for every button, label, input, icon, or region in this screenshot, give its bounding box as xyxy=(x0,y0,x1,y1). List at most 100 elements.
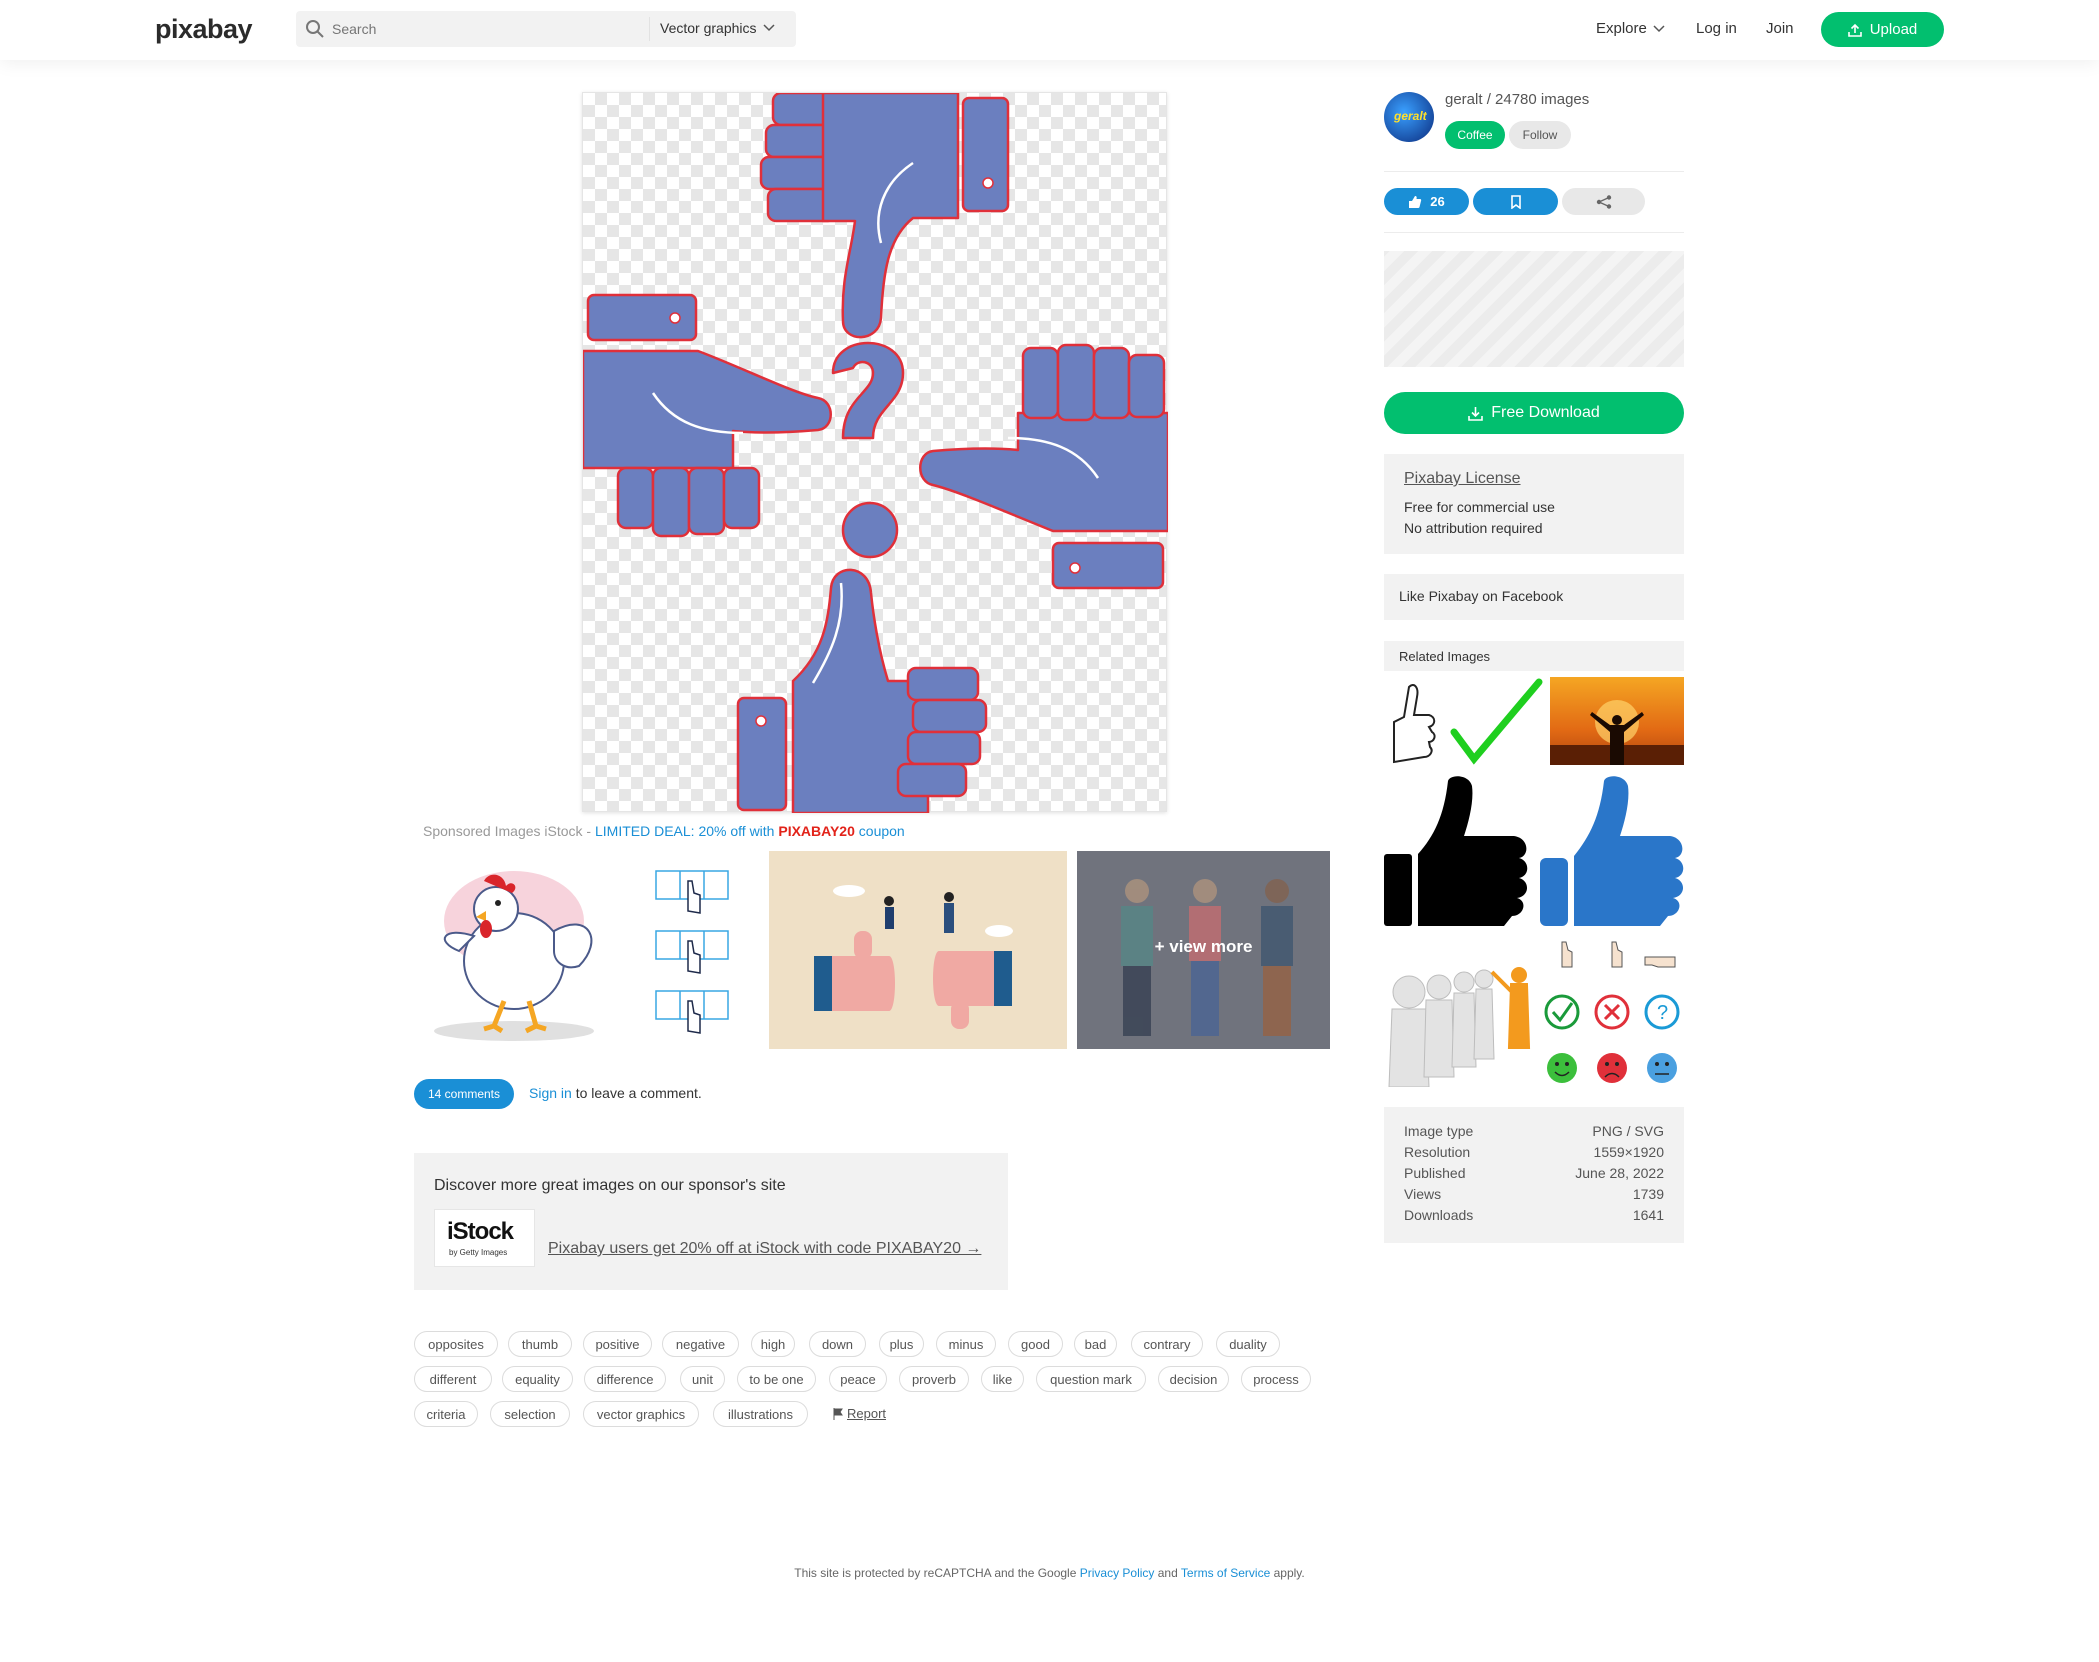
sponsored-image-chicken[interactable] xyxy=(414,851,620,1049)
tag[interactable]: minus xyxy=(936,1331,996,1357)
sponsored-deal-link[interactable]: LIMITED DEAL: 20% off with PIXABAY20 cou… xyxy=(595,823,905,839)
related-images-title: Related Images xyxy=(1399,649,1491,664)
author-avatar[interactable]: geralt xyxy=(1384,92,1434,142)
related-image-blue-thumbs-up[interactable] xyxy=(1540,776,1684,928)
search-scope-label: Vector graphics xyxy=(660,20,757,36)
explore-label: Explore xyxy=(1596,20,1647,37)
tag[interactable]: opposites xyxy=(414,1331,498,1357)
share-button[interactable] xyxy=(1562,188,1645,215)
explore-menu[interactable]: Explore xyxy=(1596,20,1665,37)
tag[interactable]: illustrations xyxy=(713,1401,808,1427)
tag[interactable]: difference xyxy=(584,1366,666,1392)
detail-row-downloads: Downloads 1641 xyxy=(1404,1207,1664,1223)
tag[interactable]: decision xyxy=(1158,1366,1229,1392)
tag[interactable]: down xyxy=(809,1331,866,1357)
chicken-illustration xyxy=(434,871,594,1041)
privacy-policy-link[interactable]: Privacy Policy xyxy=(1080,1566,1155,1580)
sign-in-link[interactable]: Sign in xyxy=(529,1085,572,1101)
main-image-thumbs-question[interactable] xyxy=(582,92,1168,813)
search-bar: Vector graphics xyxy=(296,11,796,47)
sponsored-coupon-code: PIXABAY20 xyxy=(778,823,855,839)
related-image-3d-figures-queue[interactable] xyxy=(1384,937,1532,1087)
detail-row-published: Published June 28, 2022 xyxy=(1404,1165,1664,1181)
license-line-attribution: No attribution required xyxy=(1404,520,1543,536)
sidebar-divider xyxy=(1384,171,1684,172)
author-name-link[interactable]: geralt / 24780 images xyxy=(1445,91,1589,108)
license-box: Pixabay License Free for commercial use … xyxy=(1384,454,1684,554)
top-navigation-bar: pixabay Vector graphics Explore Log in J… xyxy=(0,0,2099,60)
upload-icon xyxy=(1847,23,1862,37)
tag[interactable]: question mark xyxy=(1036,1366,1146,1392)
search-scope-dropdown[interactable]: Vector graphics xyxy=(660,20,775,36)
join-link[interactable]: Join xyxy=(1766,20,1794,37)
license-line-commercial: Free for commercial use xyxy=(1404,499,1555,515)
3d-figures-illustration xyxy=(1388,967,1531,1087)
pixabay-logo[interactable]: pixabay xyxy=(155,14,253,45)
sponsored-images-line: Sponsored Images iStock - LIMITED DEAL: … xyxy=(423,823,905,839)
sponsored-image-three-people[interactable]: + view more xyxy=(1077,851,1330,1049)
tag[interactable]: unit xyxy=(680,1366,725,1392)
like-button[interactable]: 26 xyxy=(1384,188,1469,215)
black-thumbs-up-illustration xyxy=(1384,776,1528,926)
save-button[interactable] xyxy=(1473,188,1558,215)
tag[interactable]: peace xyxy=(829,1366,887,1392)
related-image-thumb-check[interactable] xyxy=(1384,677,1544,767)
istock-logo[interactable]: iStock by Getty Images xyxy=(434,1209,535,1267)
tag[interactable]: negative xyxy=(662,1331,739,1357)
flag-icon xyxy=(833,1407,843,1420)
tag[interactable]: different xyxy=(414,1366,492,1392)
tag[interactable]: positive xyxy=(583,1331,652,1357)
recaptcha-mid: and xyxy=(1154,1566,1181,1580)
tag[interactable]: thumb xyxy=(508,1331,572,1357)
tag[interactable]: plus xyxy=(879,1331,924,1357)
sponsored-suffix: coupon xyxy=(854,823,905,839)
tag[interactable]: contrary xyxy=(1131,1331,1203,1357)
tag[interactable]: proverb xyxy=(899,1366,969,1392)
tag[interactable]: duality xyxy=(1216,1331,1280,1357)
report-link[interactable]: Report xyxy=(833,1406,886,1421)
comment-prompt: Sign in to leave a comment. xyxy=(529,1085,702,1101)
facebook-like-box[interactable]: Like Pixabay on Facebook xyxy=(1384,574,1684,620)
search-icon[interactable] xyxy=(305,19,325,39)
terms-of-service-link[interactable]: Terms of Service xyxy=(1181,1566,1270,1580)
sponsored-image-touch-gestures[interactable] xyxy=(636,851,748,1049)
tag[interactable]: selection xyxy=(490,1401,570,1427)
tag[interactable]: process xyxy=(1241,1366,1311,1392)
report-label: Report xyxy=(847,1406,887,1421)
sponsored-deal-text: LIMITED DEAL: 20% off with xyxy=(594,823,779,839)
tag[interactable]: vector graphics xyxy=(583,1401,699,1427)
sponsored-image-thumbs-people[interactable] xyxy=(769,851,1067,1049)
sponsor-promo-box: Discover more great images on our sponso… xyxy=(414,1153,1008,1290)
related-image-black-thumbs-up[interactable] xyxy=(1384,776,1532,928)
istock-promo-link[interactable]: Pixabay users get 20% off at iStock with… xyxy=(548,1240,981,1258)
ad-placeholder xyxy=(1384,251,1684,367)
tag[interactable]: high xyxy=(751,1331,795,1357)
view-more-overlay[interactable]: + view more xyxy=(1077,937,1330,957)
tag[interactable]: to be one xyxy=(737,1366,816,1392)
tag[interactable]: equality xyxy=(502,1366,573,1392)
license-link[interactable]: Pixabay License xyxy=(1404,470,1521,488)
detail-value: 1739 xyxy=(1632,1186,1664,1202)
related-image-feedback-icons[interactable]: ? xyxy=(1540,937,1684,1087)
detail-row-resolution: Resolution 1559×1920 xyxy=(1404,1144,1664,1160)
comments-count-button[interactable]: 14 comments xyxy=(414,1079,514,1109)
follow-button[interactable]: Follow xyxy=(1509,121,1571,149)
thumb-check-illustration xyxy=(1393,678,1543,765)
recaptcha-pre: This site is protected by reCAPTCHA and … xyxy=(794,1566,1080,1580)
login-link[interactable]: Log in xyxy=(1696,20,1737,37)
detail-label: Image type xyxy=(1404,1123,1474,1139)
sidebar-divider xyxy=(1384,232,1684,233)
tag[interactable]: good xyxy=(1008,1331,1063,1357)
share-icon xyxy=(1596,194,1611,209)
detail-row-image-type: Image type PNG / SVG xyxy=(1404,1123,1664,1139)
tag[interactable]: bad xyxy=(1074,1331,1117,1357)
free-download-button[interactable]: Free Download xyxy=(1384,392,1684,434)
upload-button[interactable]: Upload xyxy=(1821,12,1944,47)
bookmark-icon xyxy=(1510,194,1521,209)
image-details-box: Image type PNG / SVG Resolution 1559×192… xyxy=(1384,1107,1684,1243)
search-input[interactable] xyxy=(332,17,632,41)
related-image-sunset-silhouette[interactable] xyxy=(1550,677,1684,765)
tag[interactable]: like xyxy=(981,1366,1024,1392)
tag[interactable]: criteria xyxy=(414,1401,478,1427)
coffee-button[interactable]: Coffee xyxy=(1445,121,1505,149)
